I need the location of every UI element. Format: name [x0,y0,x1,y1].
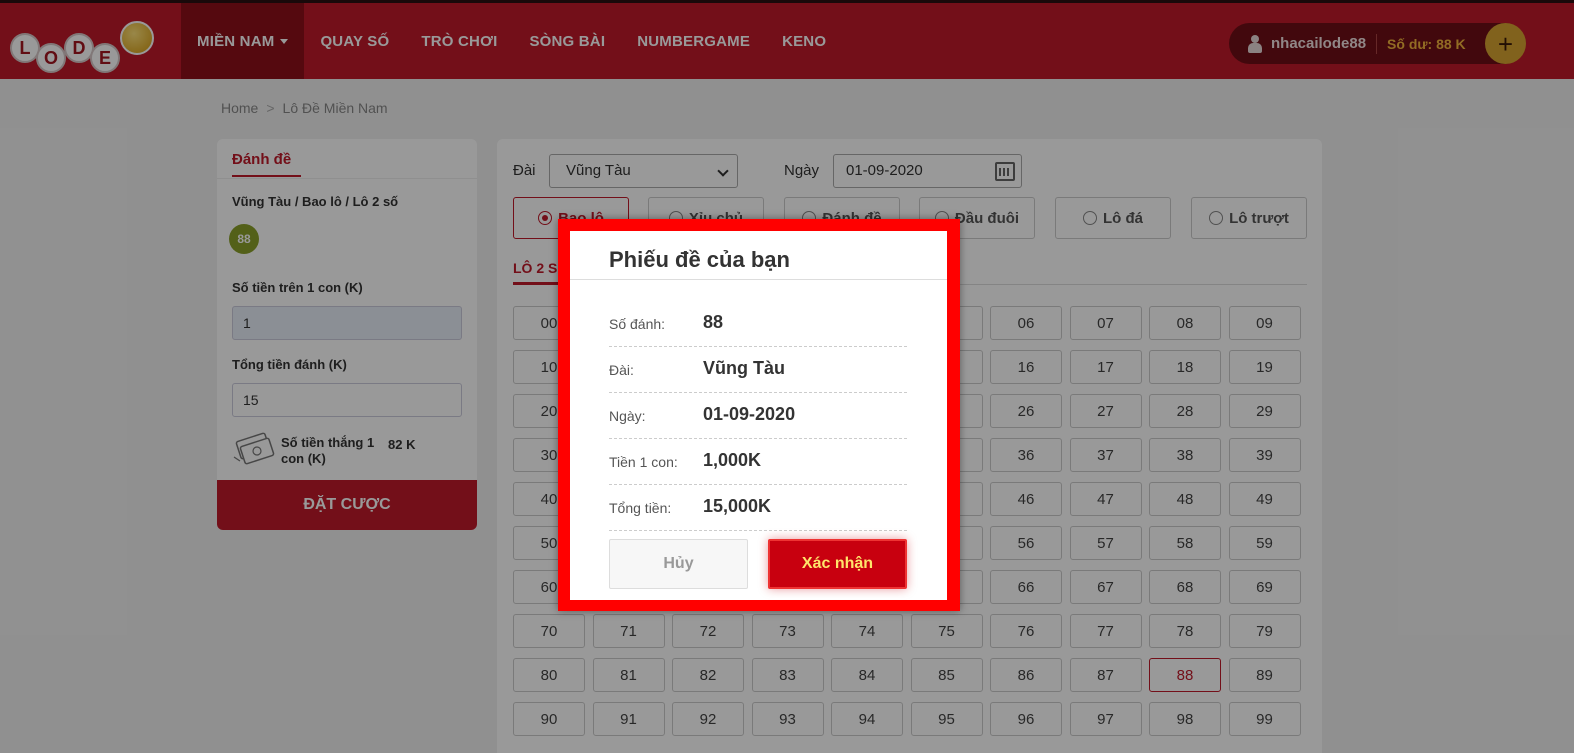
row-dai: Đài: Vũng Tàu [609,347,907,393]
row-value: Vũng Tàu [703,358,785,378]
row-value: 88 [703,312,724,332]
row-key: Tổng tiền: [609,500,672,516]
row-value: 15,000K [703,496,772,516]
confirm-button[interactable]: Xác nhận [768,539,907,589]
row-so-danh: Số đánh: 88 [609,301,907,347]
row-ngay: Ngày: 01-09-2020 [609,393,907,439]
row-key: Đài: [609,362,634,378]
row-key: Số đánh: [609,316,666,332]
dialog-divider [570,279,947,280]
row-key: Tiền 1 con: [609,454,678,470]
row-value: 1,000K [703,450,762,470]
row-tong-tien: Tổng tiền: 15,000K [609,485,907,531]
row-tien-1-con: Tiền 1 con: 1,000K [609,439,907,485]
row-value: 01-09-2020 [703,404,796,424]
cancel-button[interactable]: Hủy [609,539,748,589]
confirm-ticket-dialog: Phiếu đề của bạn Số đánh: 88 Đài: Vũng Tàu… [570,231,947,600]
dialog-title: Phiếu đề của bạn [609,247,790,272]
modal-highlight-frame: Phiếu đề của bạn Số đánh: 88 Đài: Vũng Tàu… [558,219,960,611]
row-key: Ngày: [609,408,646,424]
